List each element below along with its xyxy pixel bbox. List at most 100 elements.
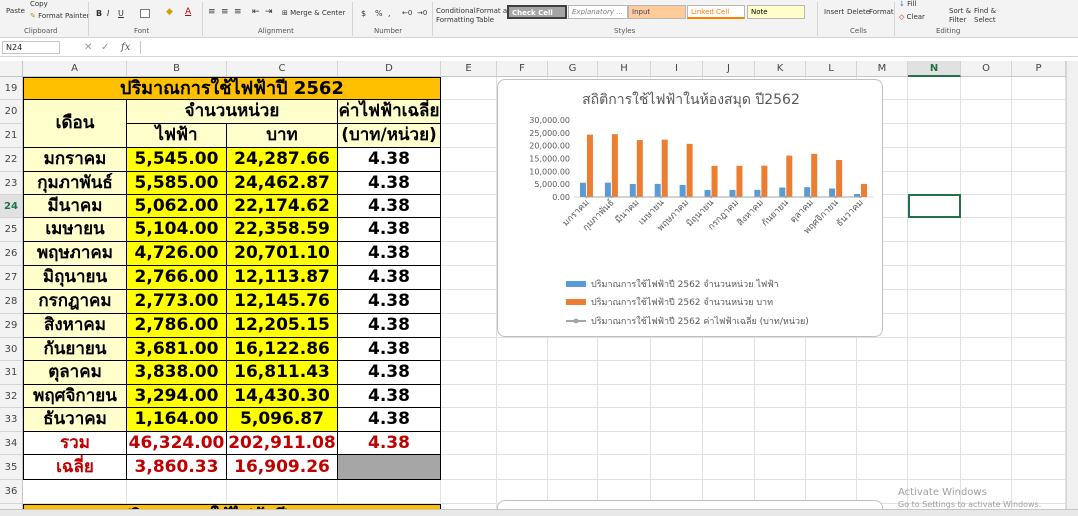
row-header-27[interactable]: 27	[0, 266, 23, 290]
align-left-icon[interactable]: ≡	[208, 8, 216, 17]
month-cell[interactable]: มิถุนายน	[23, 266, 127, 290]
month-cell[interactable]: ธันวาคม	[23, 408, 127, 432]
row-header-36[interactable]: 36	[0, 480, 23, 504]
row-header-30[interactable]: 30	[0, 338, 23, 361]
electricity-units-cell[interactable]: 2,766.00	[127, 266, 227, 290]
electricity-units-cell[interactable]: 3,294.00	[127, 385, 227, 408]
avg-rate-cell[interactable]: 4.38	[338, 408, 441, 432]
column-header-d[interactable]: D	[338, 61, 441, 77]
avg-rate-cell[interactable]: 4.38	[338, 314, 441, 338]
increase-decimal-icon[interactable]: ←0	[402, 9, 412, 18]
insert-cells-button[interactable]: Insert	[824, 8, 844, 17]
electricity-units-cell[interactable]: 5,545.00	[127, 148, 227, 172]
electricity-units-cell[interactable]: 5,104.00	[127, 218, 227, 242]
column-header-b[interactable]: B	[127, 61, 227, 77]
row-header-23[interactable]: 23	[0, 172, 23, 195]
style-input[interactable]: Input	[628, 5, 686, 19]
baht-cell[interactable]: 5,096.87	[227, 408, 338, 432]
electricity-units-cell[interactable]: 2,773.00	[127, 290, 227, 314]
avg-rate-cell[interactable]: 4.38	[338, 338, 441, 361]
avg-rate-cell[interactable]: 4.38	[338, 385, 441, 408]
italic-button[interactable]: I	[107, 9, 109, 18]
row-header-28[interactable]: 28	[0, 290, 23, 314]
month-cell[interactable]: สิงหาคม	[23, 314, 127, 338]
electricity-units-cell[interactable]: 3,838.00	[127, 361, 227, 385]
header-month[interactable]: เดือน	[23, 100, 127, 148]
month-cell[interactable]: กันยายน	[23, 338, 127, 361]
total-avg[interactable]: 4.38	[338, 432, 441, 455]
month-cell[interactable]: พฤษภาคม	[23, 242, 127, 266]
comma-button[interactable]: ,	[388, 9, 391, 18]
electricity-units-cell[interactable]: 5,062.00	[127, 195, 227, 218]
column-header-n[interactable]: N	[908, 61, 961, 77]
style-explanatory[interactable]: Explanatory ...	[568, 5, 628, 19]
sheet-tab-bar[interactable]	[0, 509, 1078, 516]
baht-cell[interactable]: 16,811.43	[227, 361, 338, 385]
decrease-decimal-icon[interactable]: →0	[417, 9, 427, 18]
vertical-scrollbar[interactable]	[1066, 61, 1078, 509]
average-label[interactable]: เฉลี่ย	[23, 455, 127, 480]
sort-filter-button[interactable]: Sort & Filter	[949, 7, 971, 25]
row-header-19[interactable]: 19	[0, 77, 23, 100]
row-header-32[interactable]: 32	[0, 385, 23, 408]
avg-rate-cell[interactable]: 4.38	[338, 242, 441, 266]
style-note[interactable]: Note	[747, 5, 805, 19]
month-cell[interactable]: เมษายน	[23, 218, 127, 242]
column-header-g[interactable]: G	[548, 61, 598, 77]
avg-rate-cell[interactable]: 4.38	[338, 361, 441, 385]
baht-cell[interactable]: 12,113.87	[227, 266, 338, 290]
row-header-21[interactable]: 21	[0, 124, 23, 148]
row-header-35[interactable]: 35	[0, 455, 23, 480]
paste-button[interactable]: Paste	[6, 7, 25, 16]
increase-indent-icon[interactable]: ⇥	[265, 8, 273, 17]
baht-cell[interactable]: 20,701.10	[227, 242, 338, 266]
column-header-p[interactable]: P	[1012, 61, 1066, 77]
align-center-icon[interactable]: ≡	[221, 8, 229, 17]
column-header-j[interactable]: J	[703, 61, 755, 77]
baht-cell[interactable]: 22,358.59	[227, 218, 338, 242]
table-title[interactable]: ปริมาณการใช้ไฟฟ้าปี 2562	[23, 77, 441, 100]
select-all-corner[interactable]	[0, 61, 23, 77]
fill-color-icon[interactable]: ◆	[166, 8, 173, 17]
cancel-icon[interactable]: ✕	[84, 41, 92, 54]
underline-button[interactable]: U	[118, 9, 124, 18]
total-label[interactable]: รวม	[23, 432, 127, 455]
row-header-33[interactable]: 33	[0, 408, 23, 432]
chart[interactable]: สถิติการใช้ไฟฟ้าในห้องสมุด ปี2562 0.00 5,0…	[497, 79, 883, 337]
column-header-c[interactable]: C	[227, 61, 338, 77]
electricity-units-cell[interactable]: 2,786.00	[127, 314, 227, 338]
row-header-29[interactable]: 29	[0, 314, 23, 338]
row-header-25[interactable]: 25	[0, 218, 23, 242]
electricity-units-cell[interactable]: 5,585.00	[127, 172, 227, 195]
header-units[interactable]: จำนวนหน่วย	[127, 100, 338, 124]
baht-cell[interactable]: 24,462.87	[227, 172, 338, 195]
avg-rate-cell[interactable]: 4.38	[338, 195, 441, 218]
find-select-button[interactable]: Find & Select	[974, 7, 996, 25]
avg-rate-cell[interactable]: 4.38	[338, 290, 441, 314]
column-header-f[interactable]: F	[497, 61, 548, 77]
month-cell[interactable]: มกราคม	[23, 148, 127, 172]
header-avg-unit[interactable]: (บาท/หน่วย)	[338, 124, 441, 148]
decrease-indent-icon[interactable]: ⇤	[252, 8, 260, 17]
header-avg[interactable]: ค่าไฟฟ้าเฉลี่ย	[338, 100, 441, 124]
fill-button[interactable]: ↓ Fill	[899, 0, 916, 9]
bold-button[interactable]: B	[96, 9, 102, 18]
subheader-electricity[interactable]: ไฟฟ้า	[127, 124, 227, 148]
column-header-i[interactable]: I	[651, 61, 703, 77]
average-baht[interactable]: 16,909.26	[227, 455, 338, 480]
column-header-e[interactable]: E	[441, 61, 497, 77]
average-rate-empty[interactable]	[338, 455, 441, 480]
row-header-26[interactable]: 26	[0, 242, 23, 266]
name-box[interactable]: N24	[2, 41, 60, 54]
copy-button[interactable]: Copy	[30, 0, 48, 9]
formula-input[interactable]	[140, 41, 1065, 54]
style-check-cell[interactable]: Check Cell	[507, 5, 567, 19]
month-cell[interactable]: กุมภาพันธ์	[23, 172, 127, 195]
format-as-table-button[interactable]: Format as Table	[476, 7, 511, 25]
selected-cell[interactable]	[908, 194, 961, 218]
subheader-baht[interactable]: บาท	[227, 124, 338, 148]
average-electricity[interactable]: 3,860.33	[127, 455, 227, 480]
percent-button[interactable]: %	[375, 9, 383, 18]
currency-button[interactable]: $	[361, 9, 366, 18]
insert-function-button[interactable]: fx	[121, 41, 130, 54]
